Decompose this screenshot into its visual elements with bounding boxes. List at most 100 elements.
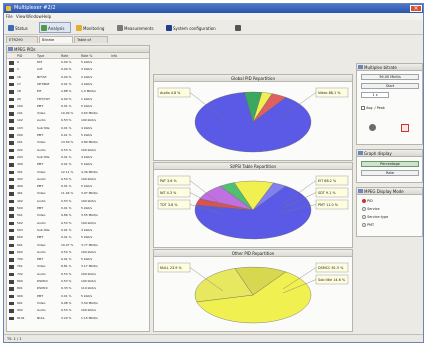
table-row[interactable]: 8191 NULL 3.20 % 1.15 Mbit/s [7, 316, 149, 322]
table-row[interactable]: 20 TDT/TOT 0.00 % 1 kbit/s [7, 97, 149, 103]
col-type[interactable]: Type [37, 54, 44, 58]
table-row[interactable]: 800 DSMCC 0.53 % 190 kbit/s [7, 279, 149, 285]
tab-etr290[interactable]: ETR290 Monitoring [6, 36, 38, 49]
table-cell: 0.53 % [61, 118, 72, 123]
radio-icon [362, 207, 366, 211]
table-row[interactable]: 901 Video 9.98 % 3.59 Mbit/s [7, 301, 149, 307]
start-button[interactable]: Start [361, 83, 419, 89]
table-cell: PMT [37, 133, 44, 137]
table-row[interactable]: 700 PMT 0.01 % 5 kbit/s [7, 257, 149, 263]
table-cell: 16 [17, 74, 21, 79]
monitoring-button[interactable]: Monitoring [74, 22, 112, 33]
table-row[interactable]: 401 Video 11.04 % 3.97 Mbit/s [7, 191, 149, 197]
close-button[interactable]: × [410, 5, 422, 12]
stop-icon[interactable] [401, 124, 409, 132]
menu-window[interactable]: Window [26, 14, 42, 19]
table-cell: 3.55 Mbit/s [81, 213, 98, 218]
play-icon[interactable] [369, 124, 376, 131]
grid-button[interactable] [233, 22, 249, 33]
table-cell: 0 [17, 60, 19, 64]
col-info[interactable]: Info [111, 54, 117, 58]
menu-view[interactable]: View [16, 14, 26, 19]
mpeg-display-panel: MPEG Display Mode PID Service Service ty… [356, 187, 423, 237]
table-cell: 5 kbit/s [81, 60, 93, 64]
table-row[interactable]: 900 PMT 0.01 % 5 kbit/s [7, 294, 149, 300]
chart-title-global: Global PID Repartition [154, 75, 352, 82]
table-row[interactable]: 600 PMT 0.01 % 5 kbit/s [7, 235, 149, 241]
monitoring-label: Monitoring [83, 26, 105, 31]
table-row[interactable]: 203 Sub title 0.01 % 4 kbit/s [7, 155, 149, 161]
table-row[interactable]: 500 PMT 0.01 % 5 kbit/s [7, 206, 149, 212]
table-row[interactable]: 801 DSMCC 0.33 % 119 kbit/s [7, 286, 149, 292]
menu-file[interactable]: File [6, 14, 13, 19]
table-cell: 200 [17, 133, 23, 137]
tab-bitrate-analysis[interactable]: Bitrate Analysis [39, 36, 73, 49]
table-row[interactable]: 102 Audio 0.53 % 190 kbit/s [7, 118, 149, 124]
table-row[interactable]: 400 PMT 0.01 % 5 kbit/s [7, 184, 149, 190]
table-row[interactable]: 601 Video 10.47 % 3.77 Mbit/s [7, 243, 149, 249]
title-bar: Multiplexer #2/2 × [4, 4, 423, 13]
table-row[interactable]: 402 Audio 0.53 % 190 kbit/s [7, 199, 149, 205]
peak-checkbox[interactable]: Avg. / Peak [361, 106, 385, 110]
table-row[interactable]: 301 Video 12.11 % 4.36 Mbit/s [7, 170, 149, 176]
table-cell: 8191 [17, 315, 25, 320]
percentage-button[interactable]: Percentage [361, 161, 419, 167]
table-row[interactable]: 502 Audio 0.53 % 190 kbit/s [7, 221, 149, 227]
status-button[interactable]: Status [6, 22, 36, 33]
tab-table-of-contents[interactable]: Table of contents [74, 36, 108, 49]
radio-icon [362, 215, 366, 219]
table-cell: 301 [17, 169, 23, 174]
pid-row-icon [9, 68, 14, 72]
table-row[interactable]: 200 PMT 0.01 % 5 kbit/s [7, 133, 149, 139]
mode-radio-service[interactable]: Service [362, 207, 380, 211]
table-cell: 190 kbit/s [81, 198, 96, 203]
table-row[interactable]: 17 SDT/BAT 0.01 % 4 kbit/s [7, 82, 149, 88]
chart-area-sipsi: EIT 68.2 % PAT 3.6 % SDT 9.1 % NIT 4.3 % PMT… [154, 170, 352, 247]
table-row[interactable]: 701 Video 8.81 % 3.17 Mbit/s [7, 264, 149, 270]
table-row[interactable]: 902 Audio 0.53 % 190 kbit/s [7, 308, 149, 314]
menu-help[interactable]: Help [42, 14, 51, 19]
table-cell: 501 [17, 213, 23, 218]
pid-row-icon [9, 148, 14, 153]
toolbar: Status Analysis Monitoring Measurements … [4, 20, 423, 35]
analysis-button[interactable]: Analysis [39, 22, 71, 33]
table-row[interactable]: 18 EIT 2.88 % 1.0 Mbit/s [7, 89, 149, 95]
mode-radio-service-type[interactable]: Service type [362, 215, 388, 219]
table-cell: 10.09 % [61, 111, 74, 116]
pid-row-icon [9, 90, 14, 94]
table-cell: 100 [17, 103, 23, 108]
table-row[interactable]: 1 CAT 0.00 % 3 kbit/s [7, 67, 149, 73]
table-cell: 800 [17, 279, 23, 283]
table-cell: Audio [37, 198, 46, 203]
table-row[interactable]: 503 Sub title 0.01 % 4 kbit/s [7, 228, 149, 234]
table-cell: 5 kbit/s [81, 206, 93, 210]
table-row[interactable]: 0 PAT 0.00 % 5 kbit/s [7, 60, 149, 66]
configuration-label: System configuration [173, 26, 216, 31]
interval-select[interactable]: 1 s [361, 92, 389, 98]
table-cell: 1.15 Mbit/s [81, 315, 98, 320]
col-rate-percent[interactable]: Rate % [81, 54, 92, 58]
table-row[interactable]: 300 PMT 0.01 % 5 kbit/s [7, 162, 149, 168]
mode-radio-pmt[interactable]: PMT [362, 223, 374, 227]
table-cell: 602 [17, 249, 23, 254]
col-rate[interactable]: Rate [61, 54, 68, 58]
col-pid[interactable]: PID [17, 54, 22, 58]
table-row[interactable]: 202 Audio 0.53 % 190 kbit/s [7, 148, 149, 154]
chart-label-text: NIT 4.3 % [160, 191, 177, 195]
system-configuration-button[interactable]: System configuration [164, 22, 230, 33]
table-row[interactable]: 602 Audio 0.53 % 190 kbit/s [7, 250, 149, 256]
table-row[interactable]: 201 Video 13.59 % 4.89 Mbit/s [7, 140, 149, 146]
table-row[interactable]: 100 PMT 0.01 % 5 kbit/s [7, 104, 149, 110]
table-row[interactable]: 101 Video 10.09 % 3.63 Mbit/s [7, 111, 149, 117]
table-row[interactable]: 302 Audio 0.53 % 190 kbit/s [7, 177, 149, 183]
table-row[interactable]: 702 Audio 0.53 % 190 kbit/s [7, 272, 149, 278]
table-row[interactable]: 16 NIT/ST 0.00 % 2 kbit/s [7, 75, 149, 81]
status-label: Status [15, 26, 28, 31]
table-cell: Audio [37, 147, 46, 152]
mode-radio-pid[interactable]: PID [362, 199, 373, 203]
table-row[interactable]: 501 Video 9.86 % 3.55 Mbit/s [7, 213, 149, 219]
measurements-button[interactable]: Measurements [115, 22, 161, 33]
rate-button[interactable]: Rate [361, 170, 419, 176]
table-row[interactable]: 103 Sub title 0.01 % 4 kbit/s [7, 126, 149, 132]
table-cell: 0.01 % [61, 227, 72, 232]
